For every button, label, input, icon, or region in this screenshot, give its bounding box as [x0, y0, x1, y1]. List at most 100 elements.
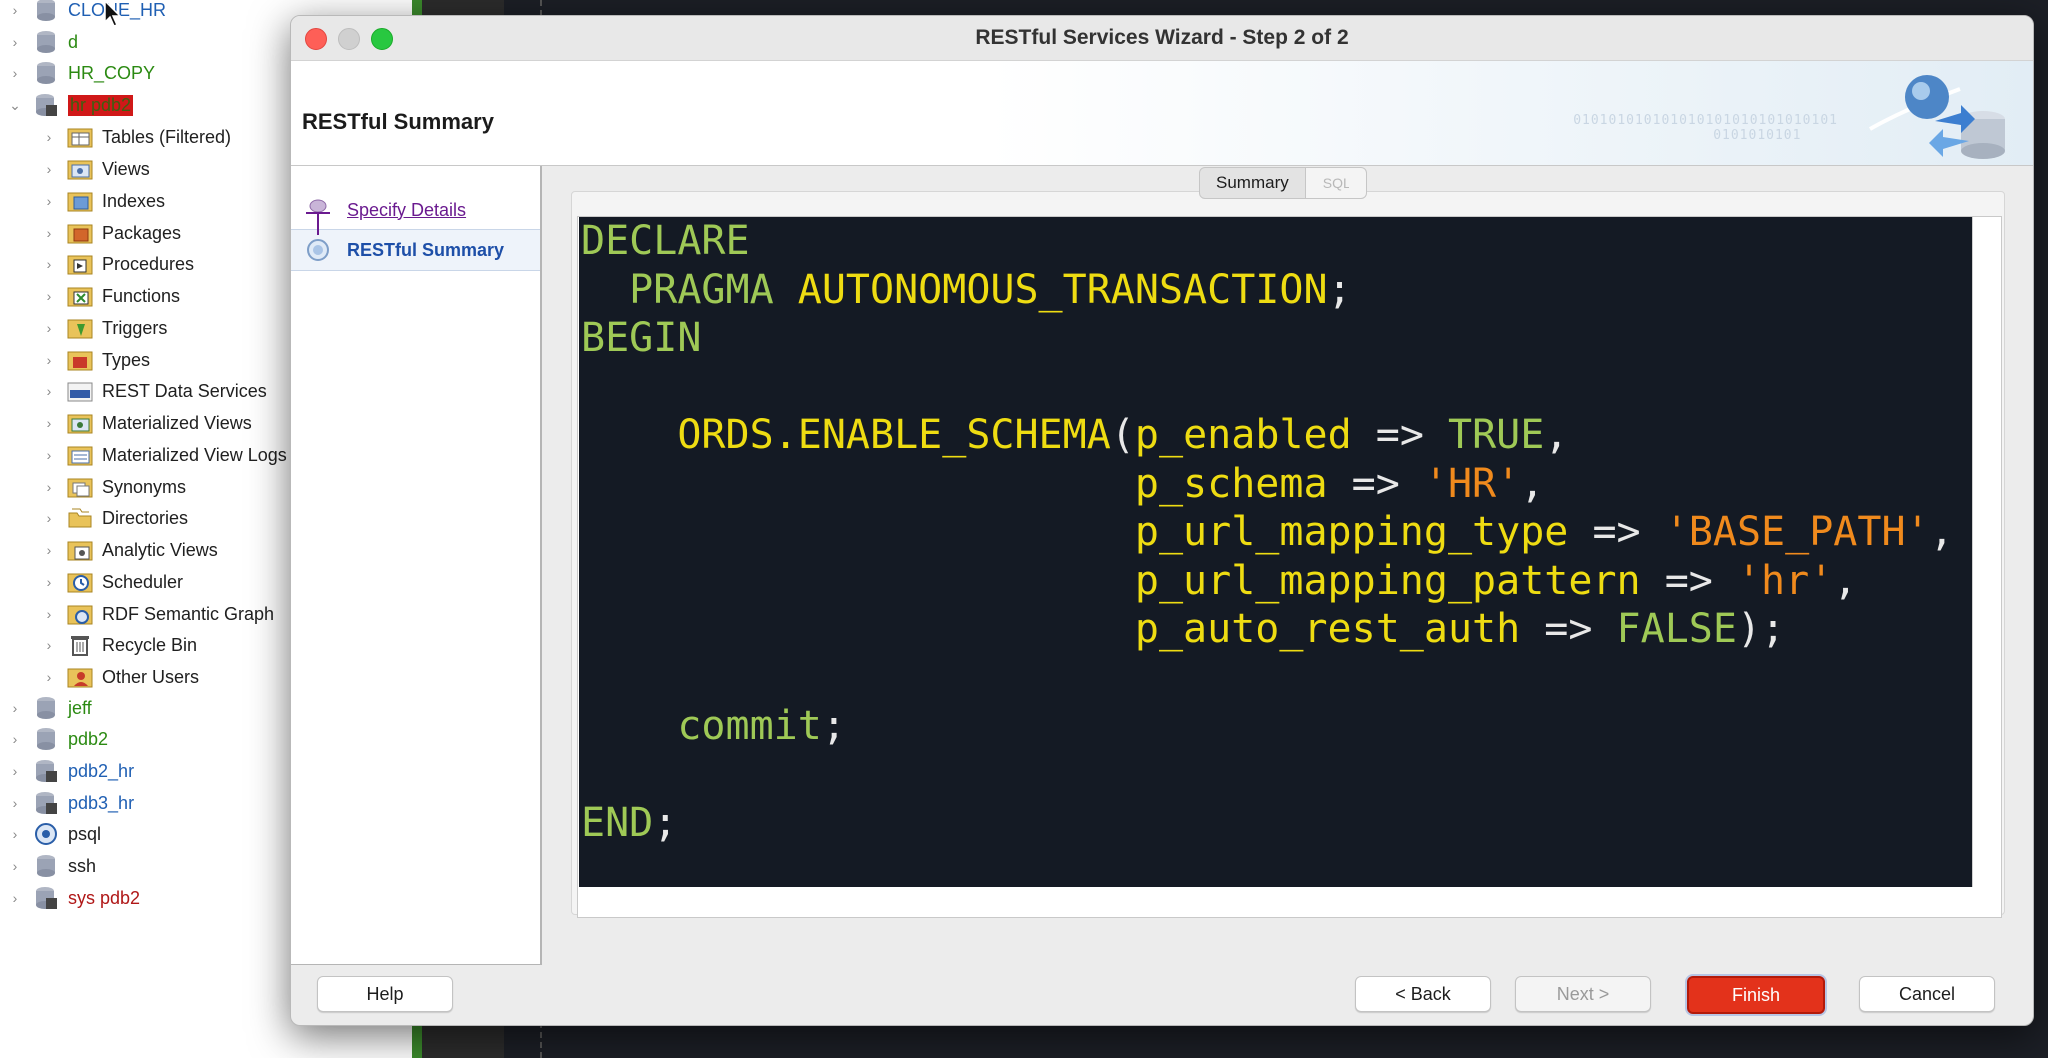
chevron-right-icon[interactable]: ›	[8, 858, 22, 874]
directories-icon	[66, 506, 94, 530]
chevron-right-icon[interactable]: ›	[42, 415, 56, 431]
tree-item-types[interactable]: › Types	[42, 345, 150, 375]
step-restful-summary[interactable]: RESTful Summary	[303, 235, 504, 265]
sql-summary-editor[interactable]: DECLARE PRAGMA AUTONOMOUS_TRANSACTION; BE…	[579, 217, 1972, 887]
tree-item-sys-pdb2[interactable]: › sys pdb2	[8, 883, 140, 913]
tree-item-label: REST Data Services	[102, 380, 267, 401]
tree-item-label: Procedures	[102, 253, 195, 274]
tree-item-materialized-views[interactable]: › Materialized Views	[42, 408, 252, 438]
tree-item-label: pdb3_hr	[68, 792, 135, 813]
code-token: ,	[1544, 412, 1569, 458]
help-button[interactable]: Help	[317, 976, 453, 1012]
tree-item-indexes[interactable]: › Indexes	[42, 186, 165, 216]
code-line: p_url_mapping_pattern => 'hr',	[581, 557, 1972, 606]
chevron-right-icon[interactable]: ›	[8, 890, 22, 906]
chevron-right-icon[interactable]: ›	[42, 320, 56, 336]
tree-item-directories[interactable]: › Directories	[42, 503, 188, 533]
code-token: 'BASE_PATH'	[1664, 509, 1930, 555]
chevron-right-icon[interactable]: ›	[8, 826, 22, 842]
chevron-right-icon[interactable]: ›	[8, 731, 22, 747]
chevron-right-icon[interactable]: ›	[8, 795, 22, 811]
chevron-right-icon[interactable]: ›	[42, 161, 56, 177]
wizard-header: RESTful Summary 010101010101010101010101…	[291, 61, 2033, 166]
title-bar[interactable]: RESTful Services Wizard - Step 2 of 2	[291, 16, 2033, 61]
tree-item-procedures[interactable]: › Procedures	[42, 249, 194, 279]
chevron-right-icon[interactable]: ›	[42, 129, 56, 145]
tree-item-jeff[interactable]: › jeff	[8, 693, 92, 723]
code-token: 'HR'	[1423, 460, 1521, 507]
tree-item-materialized-view-logs[interactable]: › Materialized View Logs	[42, 440, 287, 470]
chevron-right-icon[interactable]: ›	[8, 763, 22, 779]
chevron-right-icon[interactable]: ›	[42, 574, 56, 590]
tree-item-functions[interactable]: › Functions	[42, 281, 180, 311]
code-line: PRAGMA AUTONOMOUS_TRANSACTION;	[581, 266, 1972, 315]
chevron-right-icon[interactable]: ›	[8, 65, 22, 81]
database-connected-icon	[32, 791, 60, 815]
chevron-right-icon[interactable]: ›	[8, 700, 22, 716]
tree-item-hr-copy[interactable]: › HR_COPY	[8, 58, 155, 88]
tree-item-clone-hr[interactable]: › CLONE_HR	[8, 0, 166, 25]
tree-item-packages[interactable]: › Packages	[42, 218, 181, 248]
tree-item-label: Materialized View Logs	[102, 444, 287, 465]
tree-item-pdb2-hr[interactable]: › pdb2_hr	[8, 756, 134, 786]
next-button[interactable]: Next >	[1515, 976, 1651, 1012]
chevron-right-icon[interactable]: ›	[42, 606, 56, 622]
tree-item-views[interactable]: › Views	[42, 154, 150, 184]
tree-item-hr-pdb2[interactable]: ⌄ hr pdb2	[8, 90, 134, 120]
code-line: p_auto_rest_auth => FALSE);	[581, 605, 1972, 654]
tree-item-d[interactable]: › d	[8, 27, 78, 57]
chevron-right-icon[interactable]: ›	[42, 637, 56, 653]
other-users-icon	[66, 665, 94, 689]
tree-item-rest-data-services[interactable]: › REST Data Services	[42, 376, 267, 406]
tree-item-triggers[interactable]: › Triggers	[42, 313, 167, 343]
chevron-right-icon[interactable]: ›	[42, 479, 56, 495]
chevron-right-icon[interactable]: ›	[42, 447, 56, 463]
tree-item-ssh[interactable]: › ssh	[8, 851, 96, 881]
tree-item-scheduler[interactable]: › Scheduler	[42, 567, 183, 597]
database-icon	[32, 727, 60, 751]
binary-text: 010101010101010101010101010101	[1573, 113, 1838, 128]
chevron-right-icon[interactable]: ›	[42, 225, 56, 241]
database-globe-icon	[1869, 75, 2005, 159]
tree-item-recycle-bin[interactable]: › Recycle Bin	[42, 630, 197, 660]
tree-item-synonyms[interactable]: › Synonyms	[42, 472, 186, 502]
chevron-right-icon[interactable]: ›	[8, 2, 22, 18]
tree-item-label: Tables (Filtered)	[102, 126, 232, 147]
vertical-scrollbar[interactable]	[1972, 217, 2000, 887]
tree-item-other-users[interactable]: › Other Users	[42, 662, 199, 692]
back-button[interactable]: < Back	[1355, 976, 1491, 1012]
chevron-right-icon[interactable]: ›	[8, 34, 22, 50]
finish-button[interactable]: Finish	[1687, 976, 1825, 1014]
code-token: p_schema	[581, 460, 1328, 507]
code-token: ,	[1520, 460, 1545, 507]
chevron-right-icon[interactable]: ›	[42, 352, 56, 368]
tree-item-analytic-views[interactable]: › Analytic Views	[42, 535, 218, 565]
tree-item-pdb3-hr[interactable]: › pdb3_hr	[8, 788, 134, 818]
code-token: =>	[1351, 412, 1448, 458]
tree-item-psql[interactable]: › psql	[8, 819, 101, 849]
code-token: p_enabled	[1134, 412, 1352, 458]
chevron-right-icon[interactable]: ›	[42, 510, 56, 526]
rdf-icon	[66, 602, 94, 626]
tree-item-pdb2[interactable]: › pdb2	[8, 724, 108, 754]
tab-sql[interactable]: SQL	[1305, 167, 1367, 199]
tree-item-tables[interactable]: › Tables (Filtered)	[42, 122, 231, 152]
chevron-right-icon[interactable]: ›	[42, 383, 56, 399]
chevron-right-icon[interactable]: ›	[42, 288, 56, 304]
chevron-right-icon[interactable]: ›	[42, 256, 56, 272]
database-icon	[32, 854, 60, 878]
database-connected-icon	[32, 93, 60, 117]
binary-text: 0101010101	[1713, 128, 1802, 143]
tab-summary[interactable]: Summary	[1199, 167, 1306, 199]
step-specify-details[interactable]: Specify Details	[303, 195, 466, 235]
chevron-right-icon[interactable]: ›	[42, 193, 56, 209]
cancel-button[interactable]: Cancel	[1859, 976, 1995, 1012]
restful-services-wizard-dialog: RESTful Services Wizard - Step 2 of 2 RE…	[290, 15, 2034, 1026]
tree-item-rdf-semantic-graph[interactable]: › RDF Semantic Graph	[42, 599, 274, 629]
chevron-right-icon[interactable]: ›	[42, 669, 56, 685]
tree-item-label: Functions	[102, 285, 181, 306]
packages-icon	[66, 221, 94, 245]
tree-item-label: HR_COPY	[68, 62, 156, 83]
chevron-down-icon[interactable]: ⌄	[8, 97, 22, 114]
chevron-right-icon[interactable]: ›	[42, 542, 56, 558]
